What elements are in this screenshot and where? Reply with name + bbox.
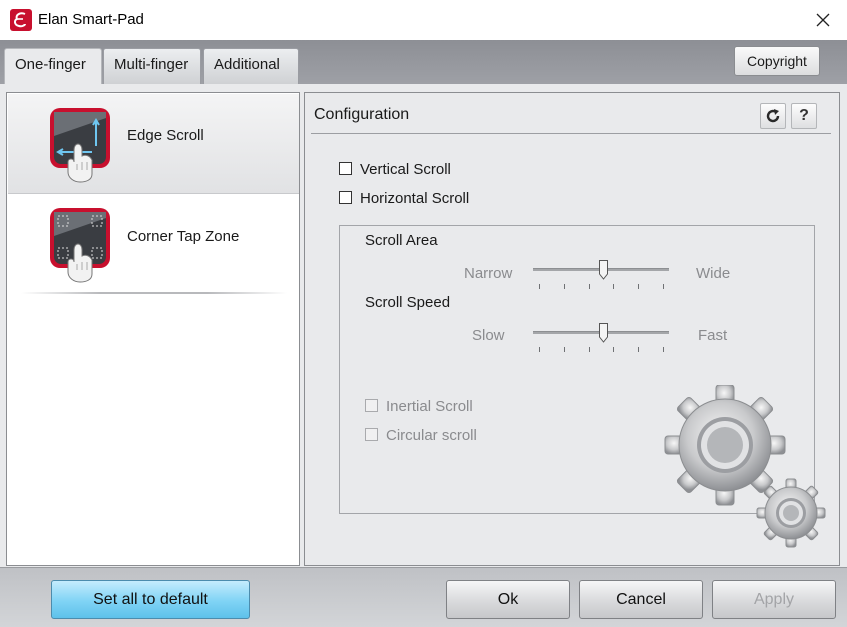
tab-one-finger[interactable]: One-finger [4,48,102,85]
elan-logo-icon [10,9,32,31]
scroll-speed-label: Scroll Speed [365,294,451,311]
horizontal-scroll-checkbox[interactable]: Horizontal Scroll [339,190,469,207]
tab-strip: One-finger Multi-finger Additional Copyr… [0,40,847,85]
configuration-title: Configuration [314,106,410,123]
slider-tick [564,347,565,352]
slider-tick [638,347,639,352]
slider-tick [564,284,565,289]
feature-label-edge-scroll: Edge Scroll [127,127,204,144]
circular-scroll-label: Circular scroll [386,427,477,444]
checkbox-box[interactable] [339,191,352,204]
feature-list: Edge Scroll Corner Tap Zone [6,92,300,566]
feature-label-corner-tap-zone: Corner Tap Zone [127,228,240,245]
tab-multi-finger[interactable]: Multi-finger [103,48,201,84]
feature-item-edge-scroll[interactable]: Edge Scroll [8,94,299,194]
circular-scroll-checkbox[interactable]: Circular scroll [365,427,477,444]
window-title: Elan Smart-Pad [38,11,144,28]
vertical-scroll-checkbox[interactable]: Vertical Scroll [339,161,451,178]
slider-tick [539,284,540,289]
checkbox-box[interactable] [365,399,378,412]
narrow-label: Narrow [464,265,513,282]
gears-icon [663,384,833,555]
configuration-divider [311,133,831,134]
slider-tick [613,284,614,289]
corner-tap-zone-icon [48,206,112,284]
slider-tick [589,347,590,352]
vertical-scroll-label: Vertical Scroll [360,161,451,178]
ok-button[interactable]: Ok [446,580,570,619]
set-all-default-button[interactable]: Set all to default [51,580,250,619]
tab-additional[interactable]: Additional [203,48,299,84]
scroll-area-slider[interactable] [533,260,669,290]
apply-button[interactable]: Apply [712,580,836,619]
slider-tick [663,347,664,352]
slow-label: Slow [472,327,505,344]
scroll-speed-slider[interactable] [533,323,669,353]
edge-scroll-icon [48,106,112,184]
cancel-button[interactable]: Cancel [579,580,703,619]
slider-tick [589,284,590,289]
close-icon[interactable] [811,8,835,32]
checkbox-box[interactable] [339,162,352,175]
slider-tick [663,284,664,289]
slider-tick [613,347,614,352]
scroll-area-label: Scroll Area [365,232,438,249]
configuration-panel: Configuration ? Vertical Scroll Horizont… [304,92,840,566]
slider-thumb[interactable] [599,260,608,280]
refresh-icon[interactable] [760,103,786,129]
title-bar: Elan Smart-Pad [0,0,847,40]
slider-tick [638,284,639,289]
feature-item-corner-tap-zone[interactable]: Corner Tap Zone [8,194,299,294]
help-button[interactable]: ? [791,103,817,129]
slider-thumb[interactable] [599,323,608,343]
list-divider [21,292,287,294]
horizontal-scroll-label: Horizontal Scroll [360,190,470,207]
slider-tick [539,347,540,352]
inertial-scroll-checkbox[interactable]: Inertial Scroll [365,398,473,415]
wide-label: Wide [696,265,731,282]
copyright-button[interactable]: Copyright [734,46,820,76]
fast-label: Fast [698,327,728,344]
inertial-scroll-label: Inertial Scroll [386,398,473,415]
checkbox-box[interactable] [365,428,378,441]
